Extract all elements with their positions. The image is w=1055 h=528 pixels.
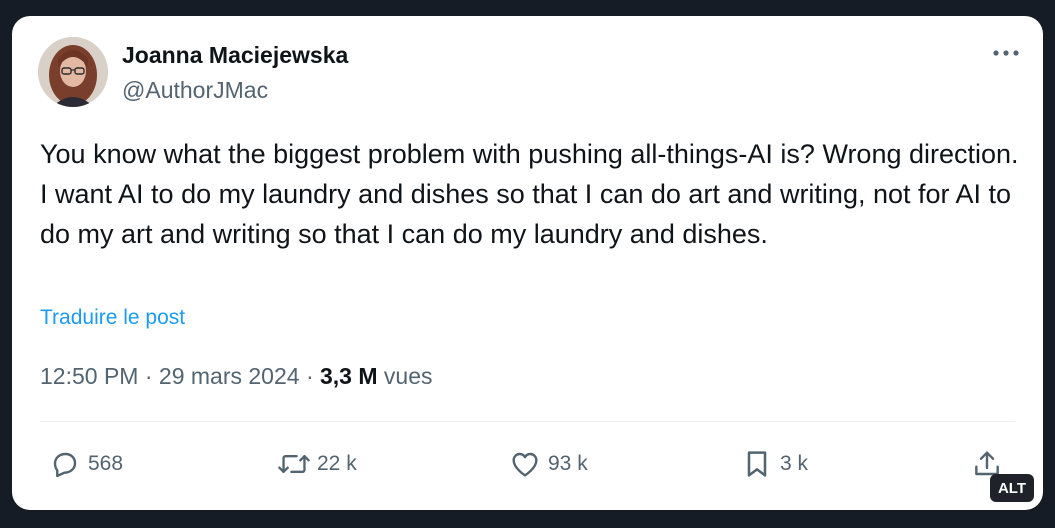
views-count[interactable]: 3,3 M: [320, 363, 378, 389]
avatar-image: [38, 37, 108, 107]
tweet-date[interactable]: 29 mars 2024: [159, 363, 300, 389]
author-handle[interactable]: @AuthorJMac: [122, 77, 268, 104]
tweet-line-1: You know what the biggest problem with p…: [40, 139, 1019, 169]
more-options-button[interactable]: [991, 40, 1021, 66]
more-horizontal-icon: [993, 50, 1019, 56]
retweet-button[interactable]: 22 k: [277, 444, 357, 484]
retweet-count: 22 k: [317, 452, 357, 475]
tweet-text: You know what the biggest problem with p…: [40, 134, 1030, 254]
bookmark-count: 3 k: [780, 452, 809, 475]
heart-icon: [508, 447, 542, 481]
avatar[interactable]: [38, 37, 108, 107]
translate-post-link[interactable]: Traduire le post: [40, 306, 185, 330]
bookmark-button[interactable]: 3 k: [740, 444, 808, 484]
meta-separator: ·: [144, 363, 153, 389]
bookmark-icon: [740, 447, 774, 481]
reply-button[interactable]: 568: [48, 444, 123, 484]
reply-icon: [48, 447, 82, 481]
tweet-card[interactable]: Joanna Maciejewska @AuthorJMac You know …: [12, 16, 1043, 510]
author-name[interactable]: Joanna Maciejewska: [122, 42, 348, 69]
meta-separator: ·: [305, 363, 314, 389]
like-count: 93 k: [548, 452, 588, 475]
divider: [40, 421, 1015, 422]
views-label: vues: [383, 363, 433, 389]
tweet-time[interactable]: 12:50 PM: [40, 363, 138, 389]
tweet-meta: 12:50 PM · 29 mars 2024 · 3,3 M vues: [40, 363, 433, 390]
alt-badge[interactable]: ALT: [990, 474, 1034, 502]
like-button[interactable]: 93 k: [508, 444, 588, 484]
reply-count: 568: [88, 452, 124, 475]
retweet-icon: [277, 447, 311, 481]
tweet-line-2: I want AI to do my laundry and dishes so…: [40, 179, 1012, 249]
